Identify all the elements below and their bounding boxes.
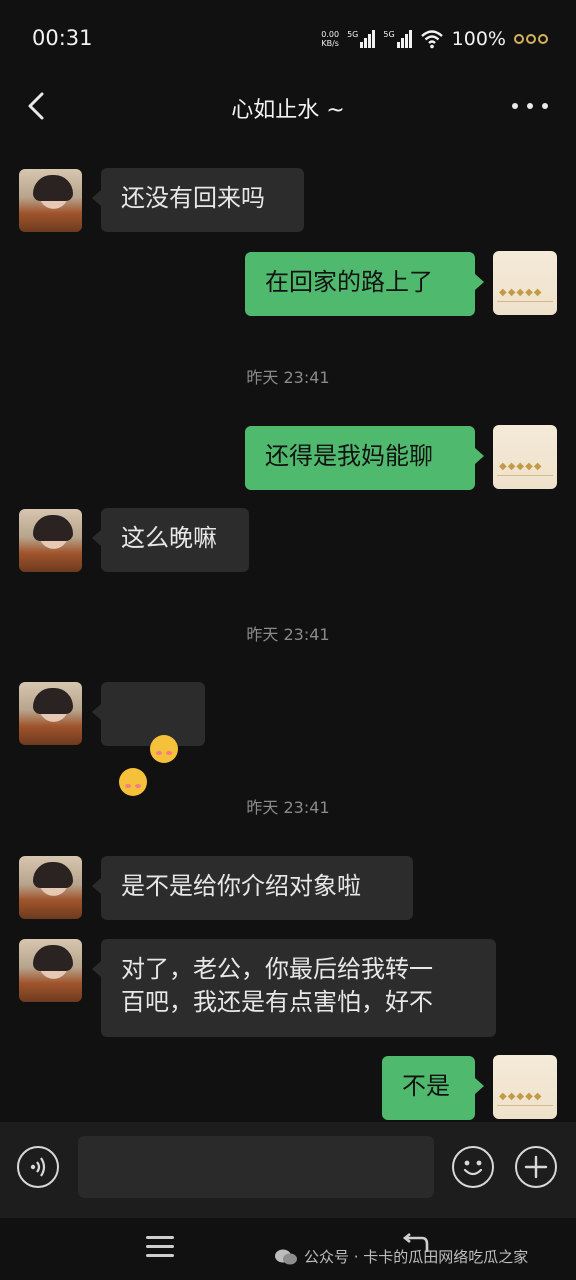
signal-icon: 5G — [347, 30, 376, 48]
battery-icon — [514, 34, 548, 44]
contact-avatar[interactable] — [19, 509, 82, 572]
menu-nav-button[interactable] — [146, 1236, 174, 1260]
incoming-emoji-message[interactable] — [92, 682, 205, 796]
signal-label: 5G — [347, 30, 359, 39]
signal-icon-2: 5G — [383, 30, 412, 48]
timestamp: 昨天 23:41 — [246, 798, 330, 817]
voice-button[interactable] — [17, 1146, 59, 1188]
my-avatar[interactable]: ◆◆◆◆◆ — [493, 425, 557, 489]
chat-title: 心如止水 ~ — [231, 98, 345, 123]
status-time: 00:31 — [32, 26, 93, 50]
message-input[interactable] — [78, 1136, 434, 1198]
watermark-text: 公众号 · 卡卡的瓜田网络吃瓜之家 — [304, 1248, 529, 1266]
input-bar — [0, 1122, 576, 1218]
smiley-icon — [463, 1160, 483, 1176]
outgoing-message[interactable]: 还得是我妈能聊 — [245, 426, 484, 490]
incoming-message[interactable]: 这么晚嘛 — [92, 508, 249, 572]
network-speed-value: 0.00 — [321, 30, 340, 39]
more-dot-icon — [527, 103, 533, 109]
voice-icon — [30, 1157, 46, 1177]
outgoing-message[interactable]: 不是 — [382, 1056, 484, 1120]
network-speed-unit: KB/s — [321, 39, 339, 48]
incoming-message[interactable]: 对了，老公，你最后给我转一 百吧，我还是有点害怕，好不 — [92, 939, 496, 1037]
my-avatar[interactable]: ◆◆◆◆◆ — [493, 1055, 557, 1119]
emoji-button[interactable] — [452, 1146, 494, 1188]
more-dot-icon — [542, 103, 548, 109]
incoming-message[interactable]: 是不是给你介绍对象啦 — [92, 856, 413, 920]
back-button[interactable] — [22, 90, 52, 122]
signal-label-2: 5G — [383, 30, 395, 39]
outgoing-message[interactable]: 在回家的路上了 — [245, 252, 484, 316]
my-avatar[interactable]: ◆◆◆◆◆ — [493, 251, 557, 315]
blush-face-emoji — [149, 735, 178, 763]
more-functions-button[interactable] — [515, 1146, 557, 1188]
blush-face-emoji — [119, 768, 147, 796]
network-speed: 0.00 KB/s — [321, 30, 339, 48]
status-indicators: 0.00 KB/s 5G 5G 100% — [321, 24, 548, 54]
wifi-icon — [420, 30, 443, 49]
battery-percent: 100% — [451, 28, 506, 50]
plus-icon — [524, 1155, 548, 1179]
contact-avatar[interactable] — [19, 169, 82, 232]
more-options-button[interactable] — [512, 96, 548, 116]
timestamp: 昨天 23:41 — [246, 368, 330, 387]
chat-messages[interactable]: 还没有回来吗 在回家的路上了 ◆◆◆◆◆ 昨天 23:41 还得是我妈能聊 ◆◆… — [0, 142, 576, 1122]
timestamp: 昨天 23:41 — [246, 625, 330, 644]
system-nav-bar: 公众号 · 卡卡的瓜田网络吃瓜之家 — [0, 1218, 576, 1280]
contact-avatar[interactable] — [19, 856, 82, 919]
wechat-icon — [275, 1249, 297, 1264]
chat-header: 心如止水 ~ — [0, 70, 576, 142]
watermark: 公众号 · 卡卡的瓜田网络吃瓜之家 — [274, 1246, 528, 1267]
more-dot-icon — [512, 103, 518, 109]
incoming-message[interactable]: 还没有回来吗 — [92, 168, 304, 232]
contact-avatar[interactable] — [19, 682, 82, 745]
chevron-left-icon — [28, 92, 44, 120]
contact-avatar[interactable] — [19, 939, 82, 1002]
status-bar: 00:31 0.00 KB/s 5G 5G 100% — [0, 0, 576, 70]
